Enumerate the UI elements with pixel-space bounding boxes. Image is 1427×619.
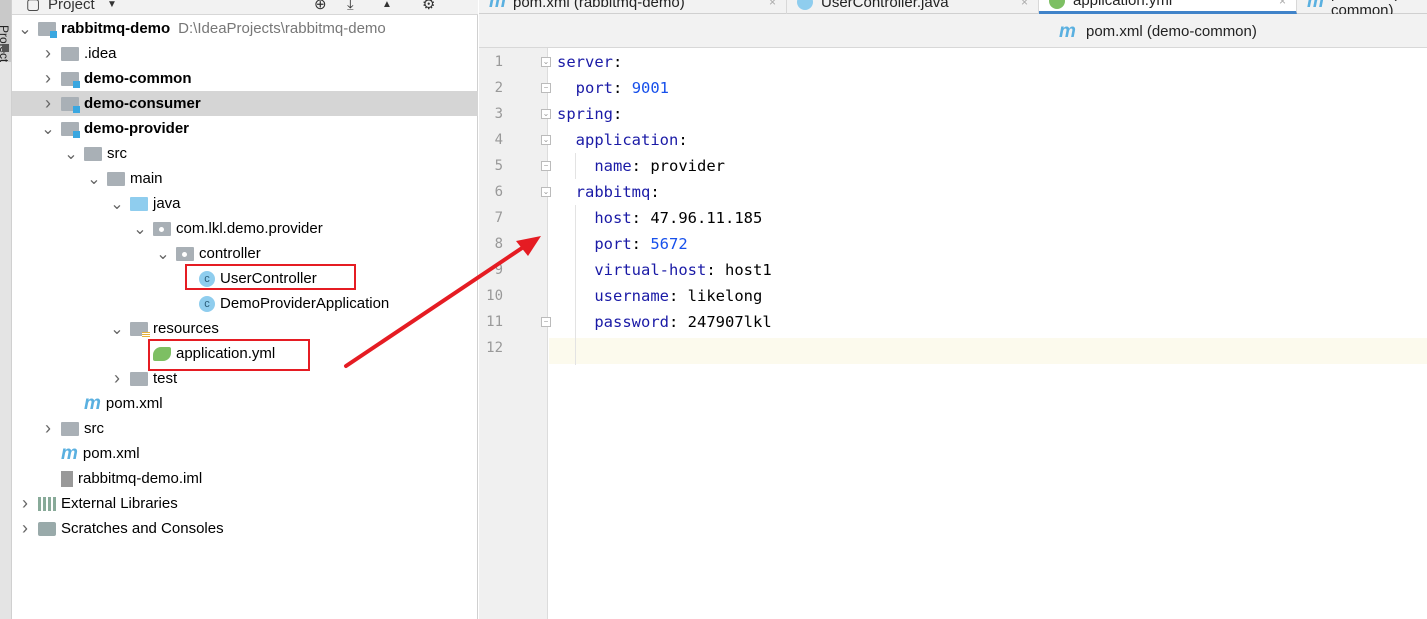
annotation-arrow (344, 236, 541, 368)
arrow-shaft (344, 244, 527, 368)
arrow-head (516, 236, 541, 256)
